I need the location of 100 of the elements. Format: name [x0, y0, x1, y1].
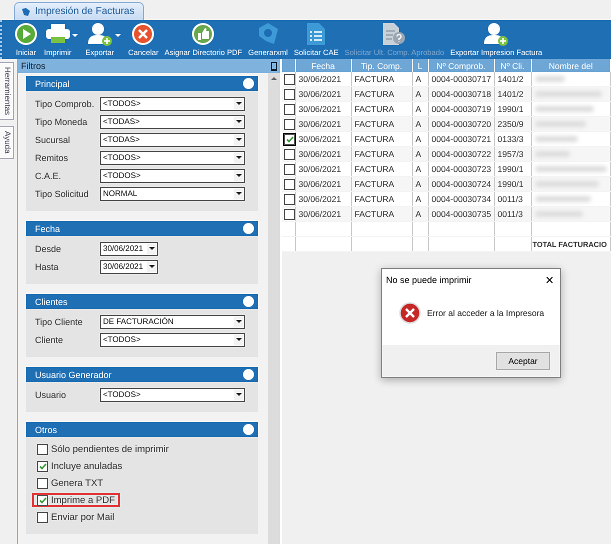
side-tab[interactable]: Ayuda — [0, 126, 14, 159]
table-cell: 0004-00030717 — [428, 72, 494, 86]
row-checkbox[interactable] — [284, 208, 295, 220]
table-cell: A — [412, 72, 428, 86]
field-label: Hasta — [35, 262, 60, 272]
app-logo — [21, 6, 31, 16]
user-add-icon — [484, 22, 508, 46]
document-question-icon — [382, 22, 406, 46]
table-cell: 0004-00030720 — [428, 116, 494, 132]
error-icon — [399, 302, 421, 324]
section-header[interactable]: Usuario Generador — [26, 367, 258, 382]
table-cell: FACTURA — [351, 102, 412, 116]
checkbox-option[interactable]: Sólo pendientes de imprimir — [32, 442, 174, 456]
table-cell: FACTURA — [351, 86, 412, 102]
field-label: Tipo Comprob. — [35, 98, 96, 108]
collapse-icon[interactable] — [243, 424, 254, 435]
table-cell: 0004-00030735 — [428, 206, 494, 222]
table-cell: FACTURA — [351, 206, 412, 222]
field-label: Desde — [35, 244, 62, 254]
dropdown[interactable]: <TODOS> — [100, 168, 245, 182]
table-cell: 30/06/2021 — [295, 116, 351, 132]
table-cell: 30/06/2021 — [295, 102, 351, 116]
dropdown[interactable]: <TODOS> — [100, 96, 245, 110]
table-cell: 1990/1 — [494, 176, 531, 192]
table-cell: 0011/3 — [494, 192, 531, 206]
table-cell: 0004-00030724 — [428, 176, 494, 192]
collapse-icon[interactable] — [243, 296, 254, 307]
table-cell: FACTURA — [351, 116, 412, 132]
cancel-icon — [131, 22, 156, 46]
table-cell: 0004-00030734 — [428, 192, 494, 206]
date-picker[interactable]: 30/06/2021 — [100, 242, 158, 256]
dropdown[interactable]: <TODAS> — [100, 114, 245, 128]
check-icon — [38, 496, 46, 504]
dropdown[interactable]: NORMAL — [100, 186, 245, 200]
checkbox-option[interactable]: Genera TXT — [32, 476, 108, 490]
section-header[interactable]: Clientes — [26, 294, 258, 309]
date-picker[interactable]: 30/06/2021 — [100, 260, 158, 274]
collapse-icon[interactable] — [243, 369, 254, 380]
section-header[interactable]: Otros — [26, 422, 258, 437]
accept-button[interactable]: Aceptar — [496, 352, 550, 370]
dialog-title: No se puede imprimir — [386, 275, 472, 285]
row-checkbox[interactable] — [284, 134, 295, 144]
table-cell: 0004-00030723 — [428, 162, 494, 176]
side-tab[interactable]: Herramientas — [0, 62, 14, 120]
table-cell: 0004-00030719 — [428, 102, 494, 116]
printer-icon — [44, 23, 71, 45]
field-label: Tipo Solicitud — [35, 188, 90, 198]
blurred-text — [534, 106, 594, 112]
dropdown[interactable]: <TODOS> — [100, 150, 245, 164]
table-cell: FACTURA — [351, 192, 412, 206]
table-cell: 0004-00030722 — [428, 146, 494, 162]
row-checkbox[interactable] — [284, 104, 295, 114]
play-icon — [14, 22, 38, 46]
row-checkbox[interactable] — [284, 88, 295, 100]
table-cell: 2350/9 — [494, 116, 531, 132]
field-label: Cliente — [35, 334, 64, 344]
blurred-text — [534, 166, 606, 172]
check-icon — [286, 136, 294, 142]
section-header[interactable]: Principal — [26, 76, 258, 91]
row-checkbox[interactable] — [284, 164, 295, 174]
field-label: Tipo Cliente — [35, 316, 84, 326]
collapse-icon[interactable] — [243, 78, 254, 89]
table-cell: 30/06/2021 — [295, 176, 351, 192]
row-checkbox[interactable] — [284, 148, 295, 160]
blurred-text — [534, 136, 578, 142]
scrollbar[interactable] — [268, 73, 280, 544]
dropdown[interactable]: <TODOS> — [100, 332, 245, 346]
table-cell: 30/06/2021 — [295, 192, 351, 206]
panel-title: Filtros — [21, 61, 46, 71]
table-cell: 1990/1 — [494, 102, 531, 116]
section-header[interactable]: Fecha — [26, 221, 258, 236]
table-cell: FACTURA — [351, 162, 412, 176]
table-cell: 30/06/2021 — [295, 86, 351, 102]
close-button[interactable]: ✕ — [543, 274, 556, 286]
collapse-icon[interactable] — [243, 223, 254, 234]
field-label: C.A.E. — [35, 170, 62, 180]
row-checkbox[interactable] — [284, 178, 295, 190]
checkbox-option[interactable]: Imprime a PDF — [32, 493, 120, 507]
table-cell: FACTURA — [351, 176, 412, 192]
table-cell: FACTURA — [351, 132, 412, 146]
checkbox-option[interactable]: Enviar por Mail — [32, 510, 120, 524]
field-label: Tipo Moneda — [35, 116, 88, 126]
checkbox-option[interactable]: Incluye anuladas — [32, 459, 128, 473]
user-add-icon — [88, 22, 112, 46]
dropdown[interactable]: DE FACTURACIÓN — [100, 314, 245, 328]
table-cell: 30/06/2021 — [295, 72, 351, 86]
row-checkbox[interactable] — [284, 194, 295, 204]
row-checkbox[interactable] — [284, 74, 295, 84]
table-cell: 1990/1 — [494, 162, 531, 176]
thumbs-up-icon — [191, 22, 216, 46]
table-cell: FACTURA — [351, 72, 412, 86]
dropdown[interactable]: <TODAS> — [100, 132, 245, 146]
dropdown[interactable]: <TODOS> — [100, 388, 245, 402]
table-cell: 30/06/2021 — [295, 206, 351, 222]
document-tab[interactable]: Impresión de Facturas — [14, 2, 144, 20]
field-label: Sucursal — [35, 134, 72, 144]
row-checkbox[interactable] — [284, 118, 295, 130]
table-cell: 1401/2 — [494, 86, 531, 102]
table-cell: 30/06/2021 — [295, 162, 351, 176]
table-cell: FACTURA — [351, 146, 412, 162]
